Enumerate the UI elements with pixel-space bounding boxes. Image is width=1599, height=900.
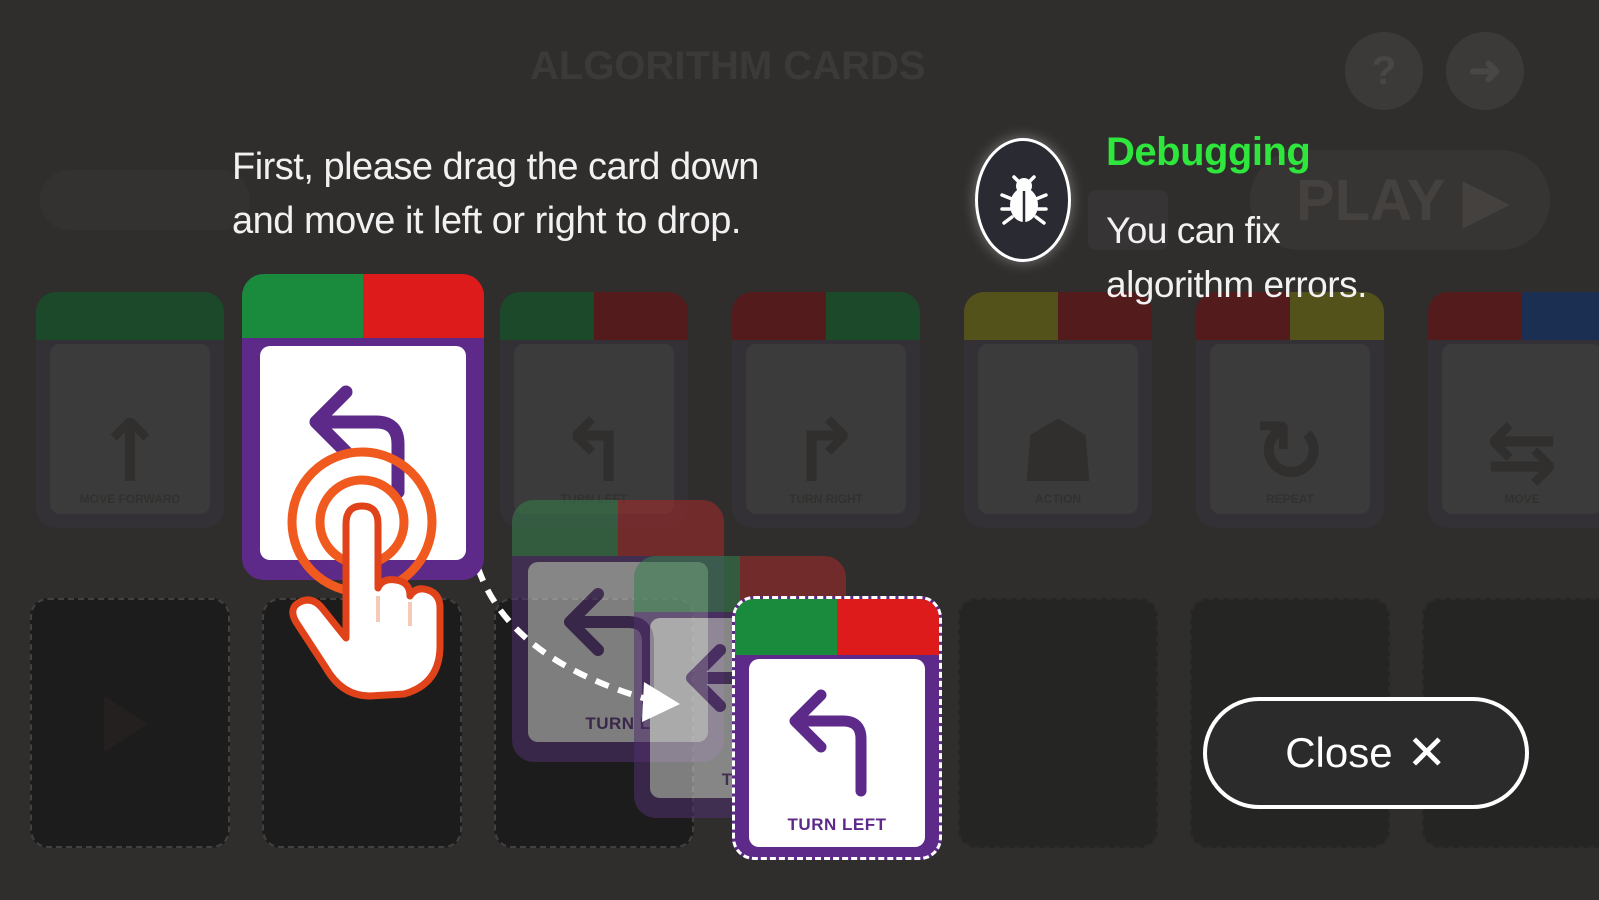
bug-icon: [1000, 175, 1048, 225]
debugging-title: Debugging: [1106, 130, 1311, 174]
tutorial-screen: ALGORITHM CARDS ? ➜ PLAY ▶ ↑ MOVE FORWARD…: [0, 0, 1599, 900]
close-label: Close: [1285, 729, 1393, 776]
debug-bug-badge: [975, 138, 1071, 262]
close-x-icon: ✕: [1406, 725, 1447, 781]
hand-pointer-icon: [287, 447, 444, 700]
close-button[interactable]: Close ✕: [1203, 697, 1529, 809]
debugging-description: You can fix algorithm errors.: [1106, 210, 1367, 305]
